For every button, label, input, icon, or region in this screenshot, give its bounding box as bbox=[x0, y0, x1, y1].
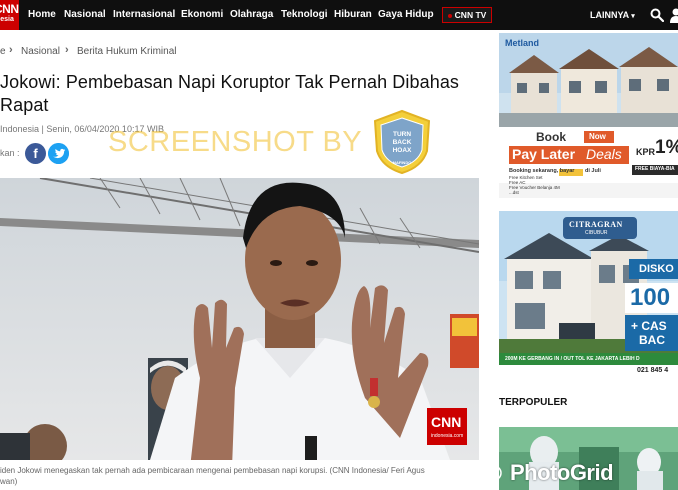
citragran-brand: CITRAGRAN bbox=[569, 220, 623, 229]
chevron-right-icon: › bbox=[9, 44, 13, 56]
seal-line-1: TURN bbox=[393, 131, 411, 138]
live-dot-icon bbox=[447, 13, 452, 18]
photo-badge-logo: CNN bbox=[431, 414, 462, 430]
nav-item-teknologi[interactable]: Teknologi bbox=[281, 9, 327, 20]
screenshot-watermark-text: SCREENSHOT BY bbox=[108, 126, 363, 158]
seal-line-2: BACK bbox=[393, 139, 412, 146]
photo-caption-line2: wan) bbox=[0, 477, 18, 486]
article-title-line2: Rapat bbox=[0, 95, 49, 115]
photo-badge-url: indonesia.com bbox=[431, 433, 464, 439]
facebook-share-icon[interactable]: f bbox=[25, 143, 46, 164]
breadcrumb-home[interactable]: e bbox=[0, 46, 6, 57]
photogrid-watermark: PhotoGrid bbox=[510, 460, 614, 485]
top-navigation-bar: CNN nesia Home Nasional Internasional Ek… bbox=[0, 0, 678, 30]
nav-item-home[interactable]: Home bbox=[28, 9, 56, 20]
citragran-sub: CIBUBUR bbox=[585, 230, 608, 236]
nav-item-internasional[interactable]: Internasional bbox=[113, 9, 175, 20]
ad2-back: BAC bbox=[639, 333, 665, 347]
ad1-book: Book bbox=[536, 130, 566, 144]
ad1-now: Now bbox=[589, 132, 606, 141]
metland-brand: Metland bbox=[505, 38, 540, 48]
cnn-indonesia-logo[interactable]: CNN nesia bbox=[0, 0, 19, 30]
ad1-booking-text: Booking sekarang, bayar bbox=[509, 168, 575, 174]
ad2-footer: 200M KE GERBANG IN / OUT TOL KE JAKARTA … bbox=[505, 356, 640, 362]
nav-item-gaya-hidup[interactable]: Gaya Hidup bbox=[378, 9, 434, 20]
ad1-pay-later: Pay Later bbox=[512, 146, 576, 162]
photogrid-logo-icon bbox=[486, 465, 502, 481]
chevron-down-icon: ▾ bbox=[631, 13, 635, 20]
logo-text: CNN bbox=[0, 2, 19, 16]
ad1-free-biaya: FREE BIAYA-BIA bbox=[635, 166, 675, 172]
ad2-phone: 021 845 4 bbox=[637, 367, 669, 374]
logo-subtext: nesia bbox=[0, 16, 14, 23]
share-label: kan : bbox=[0, 148, 20, 158]
cnn-tv-label: CNN TV bbox=[454, 10, 487, 20]
ad1-bullet: ...dst bbox=[509, 190, 519, 195]
article-title-line1: Jokowi: Pembebasan Napi Koruptor Tak Per… bbox=[0, 72, 460, 92]
terpopuler-heading: TERPOPULER bbox=[499, 397, 568, 408]
metland-ad-banner[interactable]: Metland Book Now Pay Later Deals Booking… bbox=[499, 33, 678, 198]
nav-item-olahraga[interactable]: Olahraga bbox=[230, 9, 273, 20]
twitter-share-icon[interactable] bbox=[48, 143, 69, 164]
ad1-rate: 1% bbox=[655, 137, 678, 158]
ad1-kpr: KPR bbox=[636, 147, 656, 157]
turn-back-hoax-seal-icon: TURN BACK HOAX MAFINDO bbox=[373, 109, 431, 175]
citragran-ad-banner[interactable]: CITRAGRAN CIBUBUR DISKO 100 + CAS BAC 20… bbox=[499, 211, 678, 379]
seal-line-3: HOAX bbox=[393, 147, 412, 154]
chevron-right-icon: › bbox=[65, 44, 69, 56]
photo-caption-line1: iden Jokowi menegaskan tak pernah ada pe… bbox=[0, 466, 425, 475]
jokowi-press-photo bbox=[0, 178, 479, 460]
ad2-disko: DISKO bbox=[639, 263, 674, 275]
search-icon[interactable] bbox=[650, 8, 664, 22]
seal-bottom: MAFINDO bbox=[393, 160, 412, 165]
ad2-cash: + CAS bbox=[631, 319, 667, 333]
ad1-booking-suffix: di Juli bbox=[585, 168, 601, 174]
ad1-deals: Deals bbox=[586, 146, 622, 162]
nav-item-nasional[interactable]: Nasional bbox=[64, 9, 106, 20]
breadcrumb-hukum-kriminal[interactable]: Berita Hukum Kriminal bbox=[77, 46, 176, 57]
user-icon[interactable] bbox=[670, 7, 678, 23]
ad2-amount: 100 bbox=[630, 284, 671, 311]
cnn-tv-button[interactable]: CNN TV bbox=[442, 7, 492, 23]
more-menu-button[interactable]: LAINNYA ▾ bbox=[590, 10, 635, 20]
cnn-photo-watermark: CNN indonesia.com bbox=[427, 408, 467, 445]
nav-item-hiburan[interactable]: Hiburan bbox=[334, 9, 372, 20]
article-main-photo bbox=[0, 178, 479, 460]
breadcrumb-nasional[interactable]: Nasional bbox=[21, 46, 60, 57]
more-menu-label: LAINNYA bbox=[590, 10, 630, 20]
nav-item-ekonomi[interactable]: Ekonomi bbox=[181, 9, 223, 20]
